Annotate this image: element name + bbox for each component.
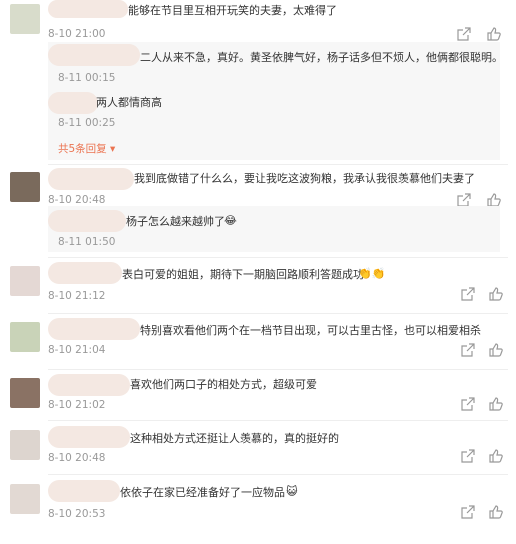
avatar[interactable] <box>10 322 40 352</box>
thumb-up-icon[interactable] <box>488 286 504 302</box>
reply-text: 二人从来不急，真好。黄圣依脾气好，杨子话多但不烦人，他俩都很聪明。 <box>140 51 503 64</box>
thumb-up-icon[interactable] <box>488 396 504 412</box>
username-blurred[interactable] <box>48 426 130 448</box>
comment-text: 我到底做错了什么么，要让我吃这波狗粮，我承认我很羡慕他们夫妻了 <box>134 172 475 185</box>
comment-text: 依依子在家已经准备好了一应物品 <box>120 486 285 499</box>
username-blurred[interactable] <box>48 374 130 396</box>
comment-item: 能够在节目里互相开玩笑的夫妻，太难得了 8-10 21:00 二人从来不急，真好… <box>0 0 516 162</box>
reply-text: 两人都情商高 <box>96 96 162 109</box>
username-blurred[interactable] <box>48 0 128 18</box>
comment-item: 我到底做错了什么么，要让我吃这波狗粮，我承认我很羡慕他们夫妻了 8-10 20:… <box>0 166 516 256</box>
share-icon[interactable] <box>460 342 476 358</box>
share-icon[interactable] <box>460 396 476 412</box>
comment-text: 表白可爱的姐姐，期待下一期脑回路顺利答题成功 <box>122 268 364 281</box>
avatar[interactable] <box>10 172 40 202</box>
reply-box: 杨子怎么越来越帅了 😂 8-11 01:50 <box>48 206 500 252</box>
divider <box>48 420 508 421</box>
comment-time: 8-10 21:04 <box>48 344 106 356</box>
avatar[interactable] <box>10 378 40 408</box>
thumb-up-icon[interactable] <box>488 448 504 464</box>
comment-item: 这种相处方式还挺让人羡慕的，真的挺好的 8-10 20:48 <box>0 422 516 476</box>
username-blurred[interactable] <box>48 262 122 284</box>
reply-time: 8-11 00:25 <box>58 117 116 129</box>
chevron-down-icon: ▾ <box>106 143 116 155</box>
avatar[interactable] <box>10 266 40 296</box>
username-blurred[interactable] <box>48 168 134 190</box>
comment-text: 特别喜欢看他们两个在一档节目出现，可以古里古怪，也可以相爱相杀 <box>140 324 481 337</box>
comment-time: 8-10 21:12 <box>48 290 106 302</box>
divider <box>48 164 508 165</box>
share-icon[interactable] <box>460 448 476 464</box>
comment-item: 喜欢他们两口子的相处方式，超级可爱 8-10 21:02 <box>0 370 516 422</box>
comment-text: 喜欢他们两口子的相处方式，超级可爱 <box>130 378 317 391</box>
username-blurred[interactable] <box>48 318 140 340</box>
reply-time: 8-11 00:15 <box>58 72 116 84</box>
comment-text: 能够在节目里互相开玩笑的夫妻，太难得了 <box>128 4 337 17</box>
username-blurred[interactable] <box>48 92 98 114</box>
thumb-up-icon[interactable] <box>488 504 504 520</box>
username-blurred[interactable] <box>48 480 120 502</box>
avatar[interactable] <box>10 430 40 460</box>
reply-box: 二人从来不急，真好。黄圣依脾气好，杨子话多但不烦人，他俩都很聪明。 8-11 0… <box>48 42 503 160</box>
comment-time: 8-10 21:00 <box>48 28 106 40</box>
comment-time: 8-10 20:53 <box>48 508 106 520</box>
comment-time: 8-10 21:02 <box>48 399 106 411</box>
laughing-emoji-icon: 😂 <box>224 214 237 227</box>
thumb-up-icon[interactable] <box>486 26 502 42</box>
cat-emoji-icon: 😺 <box>286 485 298 498</box>
reply-text: 杨子怎么越来越帅了 <box>126 215 225 228</box>
comment-text: 这种相处方式还挺让人羡慕的，真的挺好的 <box>130 432 339 445</box>
avatar[interactable] <box>10 484 40 514</box>
share-icon[interactable] <box>460 504 476 520</box>
divider <box>48 474 508 475</box>
comment-time: 8-10 20:48 <box>48 452 106 464</box>
clapping-hands-icon: 👏👏 <box>358 267 386 280</box>
comment-item: 特别喜欢看他们两个在一档节目出现，可以古里古怪，也可以相爱相杀 8-10 21:… <box>0 314 516 370</box>
comment-item: 表白可爱的姐姐，期待下一期脑回路顺利答题成功 👏👏 8-10 21:12 <box>0 258 516 314</box>
comment-item: 依依子在家已经准备好了一应物品 😺 8-10 20:53 <box>0 476 516 542</box>
username-blurred[interactable] <box>48 44 140 66</box>
thumb-up-icon[interactable] <box>488 342 504 358</box>
avatar[interactable] <box>10 4 40 34</box>
comment-time: 8-10 20:48 <box>48 194 106 206</box>
expand-replies-label: 共5条回复 <box>58 143 107 155</box>
expand-replies-link[interactable]: 共5条回复 ▾ <box>58 141 115 156</box>
reply-time: 8-11 01:50 <box>58 236 116 248</box>
share-icon[interactable] <box>456 26 472 42</box>
username-blurred[interactable] <box>48 210 126 232</box>
share-icon[interactable] <box>460 286 476 302</box>
